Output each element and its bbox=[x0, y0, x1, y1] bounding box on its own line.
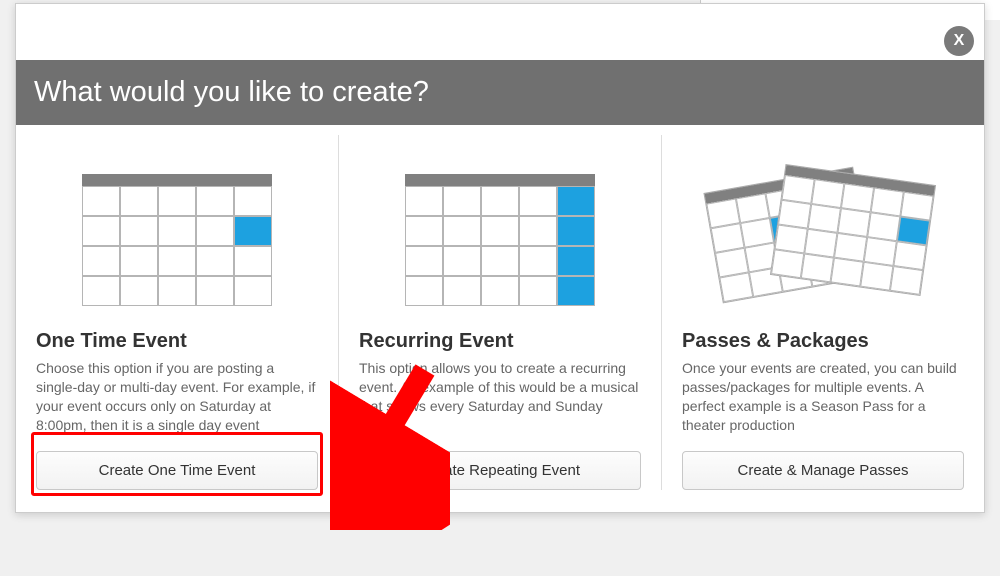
option-recurring: Recurring Event This option allows you t… bbox=[338, 135, 661, 490]
close-icon: X bbox=[954, 32, 965, 50]
modal-title: What would you like to create? bbox=[16, 60, 984, 125]
option-title: Passes & Packages bbox=[682, 330, 964, 353]
create-one-time-event-button[interactable]: Create One Time Event bbox=[36, 451, 318, 490]
option-description: Choose this option if you are posting a … bbox=[36, 359, 318, 435]
modal-top-spacer bbox=[16, 4, 984, 60]
option-description: Once your events are created, you can bu… bbox=[682, 359, 964, 435]
passes-illustration bbox=[682, 150, 964, 330]
option-passes: Passes & Packages Once your events are c… bbox=[661, 135, 984, 490]
one-time-illustration bbox=[36, 150, 318, 330]
close-button[interactable]: X bbox=[944, 26, 974, 56]
recurring-illustration bbox=[359, 150, 641, 330]
option-title: Recurring Event bbox=[359, 330, 641, 353]
calendar-icon bbox=[405, 174, 595, 306]
option-one-time: One Time Event Choose this option if you… bbox=[16, 135, 338, 490]
modal-body: One Time Event Choose this option if you… bbox=[16, 125, 984, 512]
calendar-icon bbox=[771, 165, 935, 295]
create-manage-passes-button[interactable]: Create & Manage Passes bbox=[682, 451, 964, 490]
option-description: This option allows you to create a recur… bbox=[359, 359, 641, 435]
option-title: One Time Event bbox=[36, 330, 318, 353]
calendar-icon bbox=[82, 174, 272, 306]
create-repeating-event-button[interactable]: Create Repeating Event bbox=[359, 451, 641, 490]
create-event-modal: X What would you like to create? One Tim… bbox=[15, 3, 985, 513]
